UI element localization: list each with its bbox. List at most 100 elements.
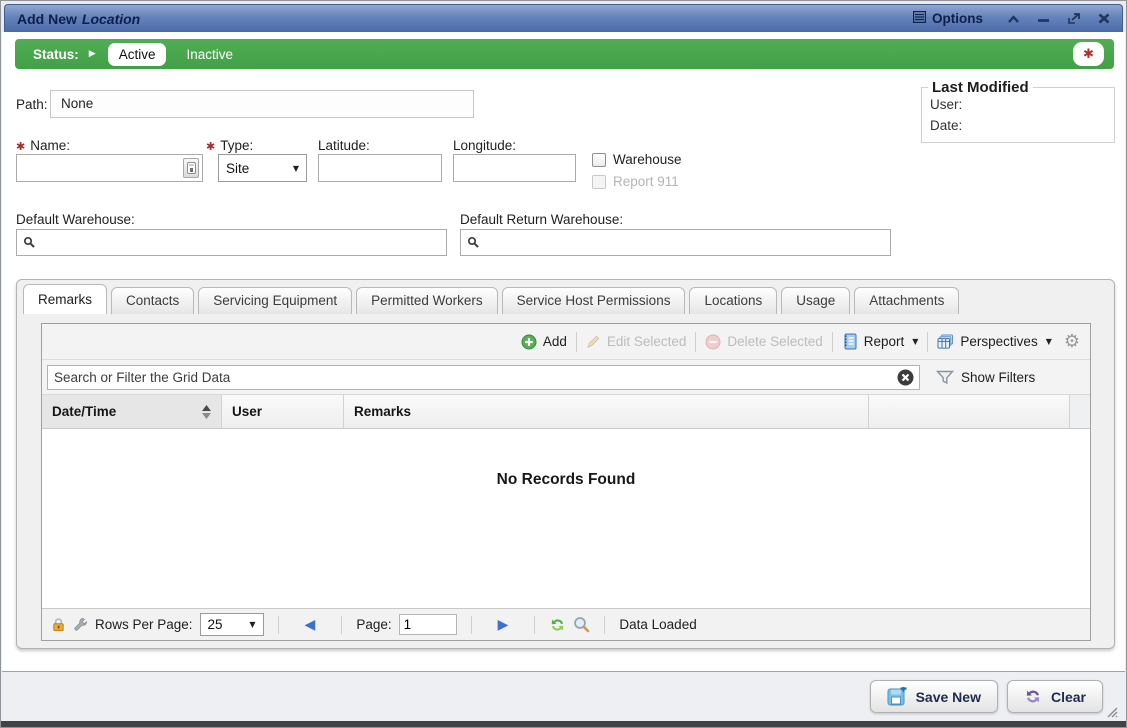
tab-strip: Remarks Contacts Servicing Equipment Per… <box>23 283 1108 314</box>
add-button[interactable]: Add <box>521 334 567 350</box>
latitude-label: Latitude: <box>318 138 370 153</box>
longitude-input[interactable] <box>453 154 576 182</box>
name-input[interactable] <box>16 154 203 182</box>
report-icon <box>842 333 858 350</box>
tab-remarks[interactable]: Remarks <box>23 284 107 314</box>
sort-icon <box>202 405 211 419</box>
clear-button[interactable]: Clear <box>1007 680 1103 713</box>
tab-locations[interactable]: Locations <box>689 287 777 314</box>
add-icon <box>521 334 537 350</box>
tab-servicing-equipment[interactable]: Servicing Equipment <box>198 287 352 314</box>
last-modified-user-label: User: <box>922 96 1114 117</box>
required-marker-icon: ✱ <box>16 140 25 153</box>
rows-per-page-select[interactable]: 25 ▼ <box>200 613 264 636</box>
grid-settings-gear-icon[interactable]: ⚙ <box>1064 333 1080 351</box>
divider <box>927 332 928 352</box>
tab-attachments[interactable]: Attachments <box>854 287 959 314</box>
page-label: Page: <box>356 617 391 632</box>
longitude-label: Longitude: <box>453 138 516 153</box>
type-select[interactable]: Site ▼ <box>218 154 307 182</box>
perspectives-icon <box>937 334 954 350</box>
chevron-down-icon: ▼ <box>293 164 299 173</box>
pager-status-text: Data Loaded <box>619 617 696 632</box>
report911-checkbox-label: Report 911 <box>613 174 679 189</box>
name-label: ✱Name: <box>16 138 70 153</box>
tab-service-host-permissions[interactable]: Service Host Permissions <box>502 287 686 314</box>
no-records-message: No Records Found <box>42 471 1090 489</box>
divider <box>278 616 279 634</box>
report911-checkbox <box>592 175 606 189</box>
warehouse-checkbox-label: Warehouse <box>613 152 682 167</box>
options-list-icon <box>913 11 926 26</box>
pencil-icon <box>586 334 601 349</box>
chevron-down-icon: ▼ <box>912 337 918 346</box>
grid-scroll-strip <box>1070 395 1090 428</box>
search-icon <box>467 236 480 249</box>
default-return-warehouse-input[interactable] <box>460 229 891 256</box>
window-title: Add New Location <box>17 11 140 27</box>
type-select-value: Site <box>226 161 249 176</box>
rows-per-page-label: Rows Per Page: <box>95 617 193 632</box>
column-header-remarks[interactable]: Remarks <box>344 395 869 428</box>
save-new-button[interactable]: Save New <box>870 680 998 713</box>
divider <box>341 616 342 634</box>
type-label: ✱Type: <box>206 138 253 153</box>
latitude-input[interactable] <box>318 154 442 182</box>
next-page-icon[interactable]: ▶ <box>486 617 521 633</box>
title-bar: Add New Location Options <box>4 4 1123 32</box>
filter-funnel-icon <box>936 370 954 385</box>
required-fields-button[interactable]: ✱ <box>1073 42 1104 66</box>
last-modified-title: Last Modified <box>928 79 1033 96</box>
column-header-user[interactable]: User <box>222 395 344 428</box>
path-value-box: None <box>50 90 474 118</box>
default-warehouse-input[interactable] <box>16 229 447 256</box>
popout-button[interactable] <box>1067 13 1081 25</box>
path-label: Path: <box>16 97 48 112</box>
refresh-icon[interactable] <box>549 617 566 633</box>
expand-text-icon[interactable] <box>183 158 199 178</box>
grid-body: No Records Found <box>42 429 1090 608</box>
warehouse-checkbox-row: Warehouse <box>592 152 682 167</box>
minimize-button[interactable] <box>1037 14 1050 24</box>
search-icon <box>23 236 36 249</box>
close-button[interactable] <box>1098 13 1110 24</box>
required-marker-icon: ✱ <box>206 140 215 153</box>
chevron-down-icon: ▼ <box>249 620 255 629</box>
clear-search-icon[interactable] <box>897 369 914 391</box>
save-icon <box>887 687 907 706</box>
tab-contacts[interactable]: Contacts <box>111 287 194 314</box>
window-title-entity: Location <box>82 11 140 27</box>
show-filters-button[interactable]: Show Filters <box>936 370 1035 385</box>
zoom-search-icon[interactable] <box>573 616 590 633</box>
default-warehouse-label: Default Warehouse: <box>16 212 135 227</box>
clear-refresh-icon <box>1024 688 1042 705</box>
status-arrow-icon: ▶ <box>89 49 96 59</box>
delete-icon <box>705 334 721 350</box>
resize-handle[interactable] <box>1104 704 1118 718</box>
collapse-button[interactable] <box>1007 14 1020 24</box>
options-button[interactable]: Options <box>913 11 983 26</box>
divider <box>695 332 696 352</box>
grid-search-input[interactable] <box>47 365 920 390</box>
default-warehouse-field <box>16 229 447 256</box>
tab-usage[interactable]: Usage <box>781 287 850 314</box>
status-inactive-option[interactable]: Inactive <box>186 47 233 62</box>
name-field-wrap <box>16 154 203 182</box>
warehouse-checkbox[interactable] <box>592 153 606 167</box>
lock-icon[interactable] <box>51 617 66 632</box>
wrench-icon[interactable] <box>73 617 88 632</box>
tab-permitted-workers[interactable]: Permitted Workers <box>356 287 498 314</box>
status-active-option[interactable]: Active <box>108 43 167 66</box>
report-button[interactable]: Report ▼ <box>842 333 919 350</box>
column-header-datetime[interactable]: Date/Time <box>42 395 222 428</box>
divider <box>604 616 605 634</box>
remarks-grid: Add Edit Selected Delete Selected <box>41 323 1091 641</box>
previous-page-icon[interactable]: ◀ <box>293 617 328 633</box>
divider <box>471 616 472 634</box>
divider <box>832 332 833 352</box>
perspectives-button[interactable]: Perspectives ▼ <box>937 334 1051 350</box>
divider <box>534 616 535 634</box>
options-label: Options <box>932 11 983 26</box>
page-number-input[interactable] <box>399 614 457 635</box>
last-modified-date-label: Date: <box>922 117 1114 138</box>
